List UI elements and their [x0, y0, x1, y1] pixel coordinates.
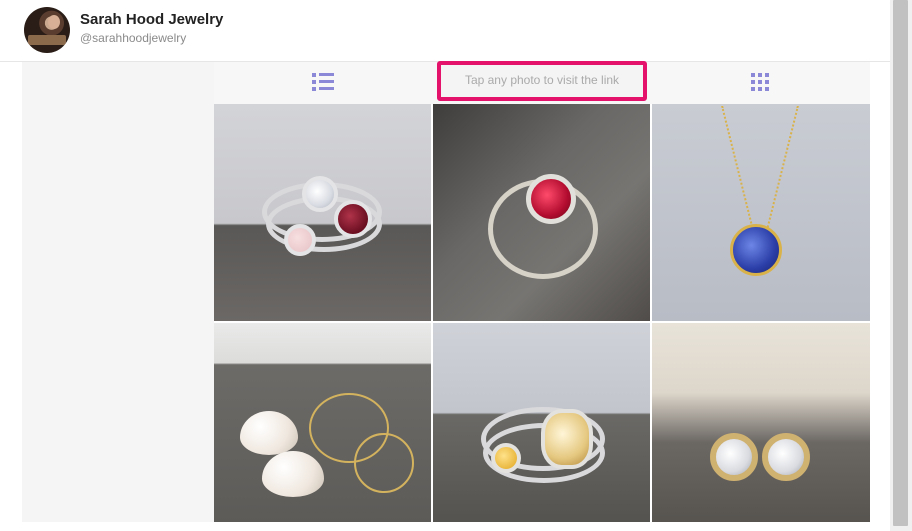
list-view-icon[interactable] [312, 72, 336, 92]
list-bar [319, 73, 334, 76]
profile-handle: @sarahhoodjewelry [80, 31, 187, 45]
chain [763, 105, 799, 243]
pearl [262, 451, 324, 497]
white-stud-gem [762, 433, 810, 481]
pearl [240, 411, 298, 455]
hint-banner: Tap any photo to visit the link [437, 61, 647, 101]
white-gem [302, 176, 338, 212]
page: Sarah Hood Jewelry @sarahhoodjewelry Tap… [0, 0, 912, 531]
photo-garnet-ring[interactable] [433, 104, 650, 321]
list-bar [319, 87, 334, 90]
avatar-face-shape [48, 15, 60, 29]
grid-dot [765, 80, 769, 84]
profile-name: Sarah Hood Jewelry [80, 11, 224, 28]
sapphire-gem [730, 224, 782, 276]
photo-grid [214, 104, 870, 522]
profile-header: Sarah Hood Jewelry @sarahhoodjewelry [0, 0, 890, 62]
grid-dot [758, 73, 762, 77]
photo-citrine-rings[interactable] [433, 323, 650, 522]
photo-stud-earrings[interactable] [652, 323, 870, 522]
photo-stacked-rings[interactable] [214, 104, 431, 321]
rose-quartz-gem [284, 224, 316, 256]
list-dot [312, 80, 316, 84]
list-bar [319, 80, 334, 83]
scrollbar[interactable] [890, 0, 912, 531]
grid-dot [758, 87, 762, 91]
avatar[interactable] [24, 7, 70, 53]
list-dot [312, 73, 316, 77]
left-panel [22, 62, 214, 522]
list-dot [312, 87, 316, 91]
grid-dot [751, 87, 755, 91]
grid-view-icon[interactable] [751, 73, 771, 93]
citrine-gem [491, 443, 521, 473]
scrollbar-thumb[interactable] [893, 0, 908, 526]
hint-text: Tap any photo to visit the link [464, 73, 620, 87]
grid-dot [758, 80, 762, 84]
photo-pearl-earrings[interactable] [214, 323, 431, 522]
garnet-gem [526, 174, 576, 224]
garnet-gem [334, 200, 372, 238]
earring-hoop [354, 433, 414, 493]
white-stud-gem [710, 433, 758, 481]
avatar-bench-shape [28, 35, 66, 45]
grid-dot [765, 87, 769, 91]
grid-dot [751, 80, 755, 84]
chain [721, 105, 757, 243]
grid-dot [751, 73, 755, 77]
photo-sapphire-necklace[interactable] [652, 104, 870, 321]
grid-dot [765, 73, 769, 77]
rutilated-quartz-gem [541, 409, 593, 469]
